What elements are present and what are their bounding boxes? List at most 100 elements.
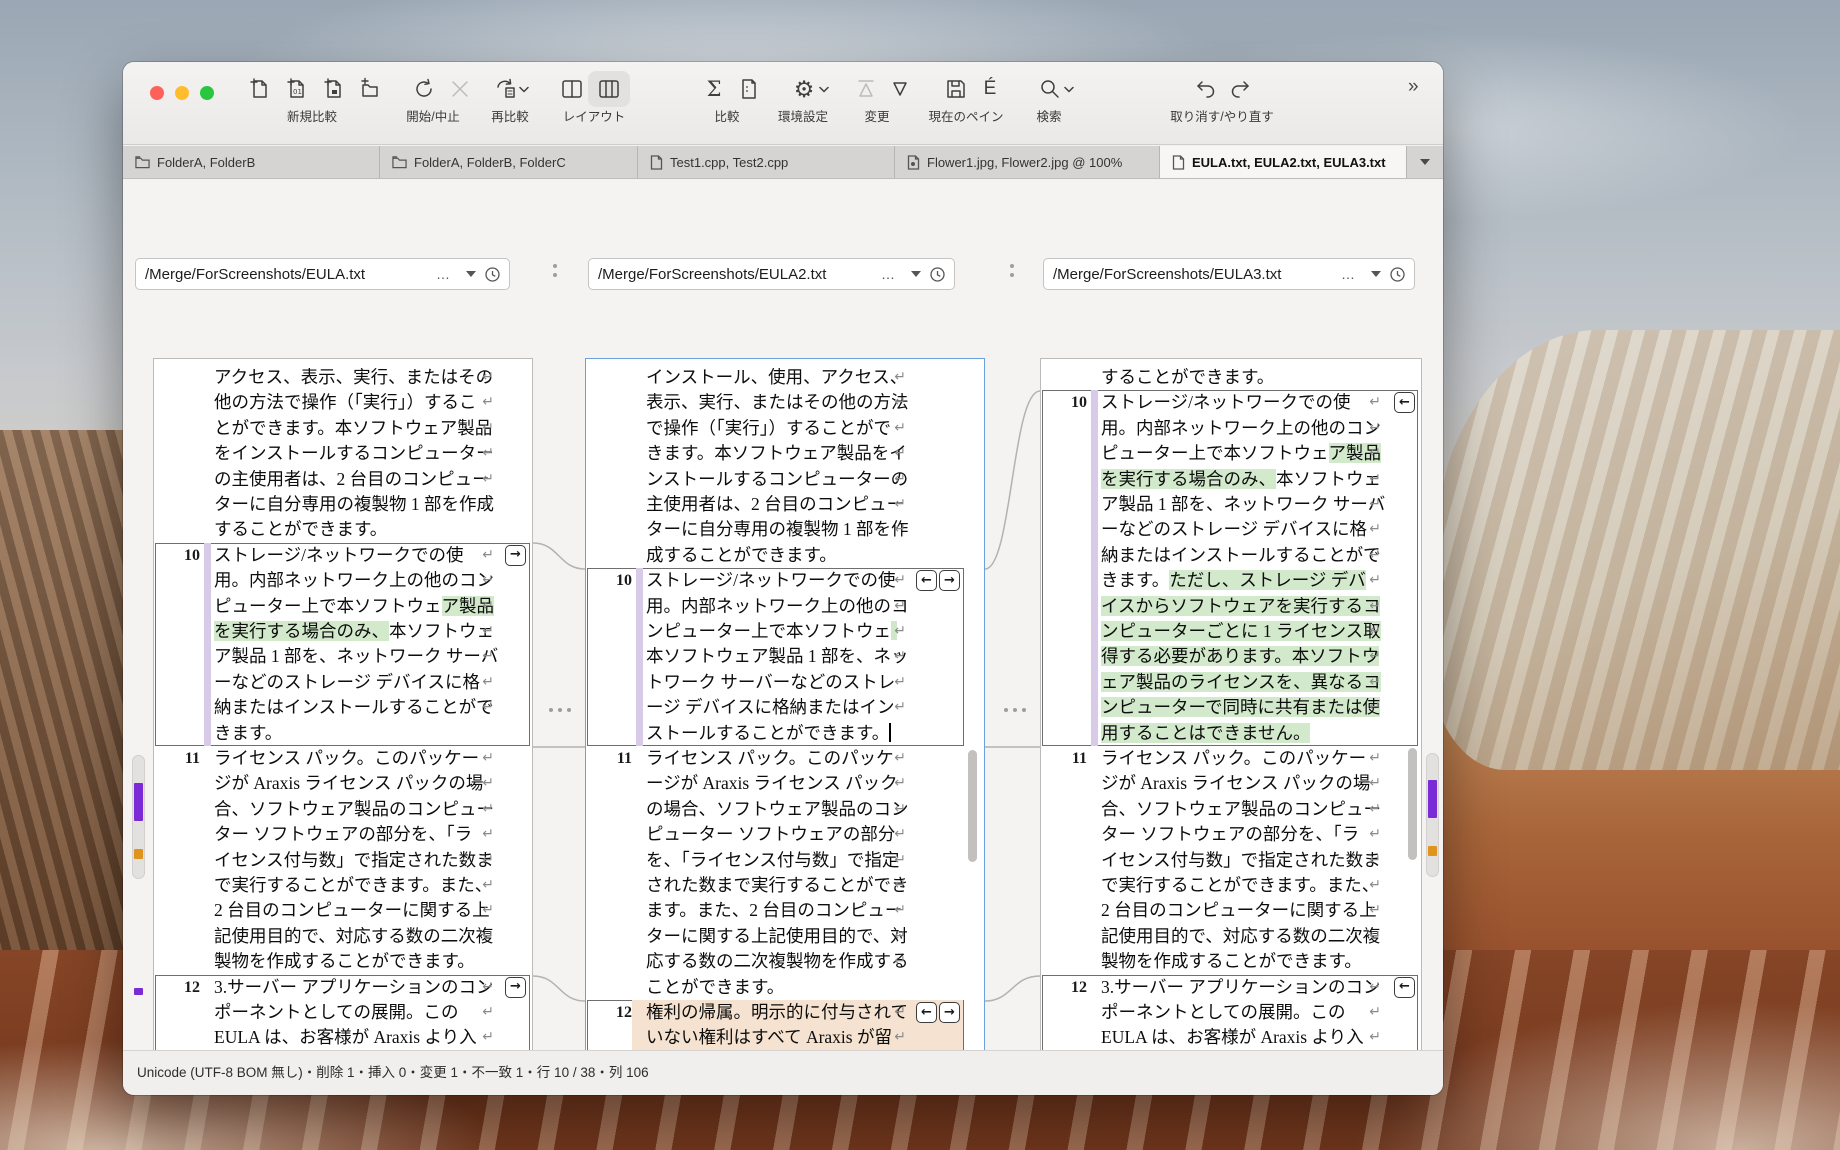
line-text[interactable]: ア製品 1 部を、ネットワーク サーバ [214, 644, 498, 669]
line-text[interactable]: をインストールするコンピューター [214, 441, 494, 466]
tab-eula-txt[interactable]: EULA.txt, EULA2.txt, EULA3.txt [1160, 146, 1407, 178]
text-line[interactable]: 10ストレージ/ネットワークでの使↵← [1041, 390, 1421, 415]
text-line[interactable]: 主使用者は、2 台目のコンピュー↵ [586, 492, 984, 517]
line-text[interactable]: ストールすることができます。 [646, 721, 891, 746]
text-line[interactable]: ーなどのストレージ デバイスに格↵ [1041, 517, 1421, 542]
scrollbar-thumb[interactable] [968, 750, 977, 862]
search-icon[interactable] [1036, 75, 1064, 103]
text-line[interactable]: 用。内部ネットワーク上の他のコン↵ [154, 568, 532, 593]
text-line[interactable]: 10ストレージ/ネットワークでの使↵←→ [586, 568, 984, 593]
line-text[interactable]: きます。本ソフトウェア製品をイ [646, 441, 907, 466]
line-text[interactable]: 権利の帰属。明示的に付与されて [646, 1000, 908, 1025]
text-line[interactable]: 用。内部ネットワーク上の他のコ↵ [586, 594, 984, 619]
text-line[interactable]: 用。内部ネットワーク上の他のコン↵ [1041, 416, 1421, 441]
text-line[interactable]: することができます。 [1041, 365, 1421, 390]
text-line[interactable]: 他の方法で操作（「実行」）するこ↵ [154, 390, 532, 415]
scrollbar-thumb[interactable] [1408, 748, 1417, 860]
line-text[interactable]: を実行する場合のみ、本ソフトウェ [214, 619, 494, 644]
line-text[interactable]: 表示、実行、またはその他の方法 [646, 390, 909, 415]
tab-foldera-folderb[interactable]: FolderA, FolderB [123, 146, 380, 178]
text-line[interactable]: をインストールするコンピューター↵ [154, 441, 532, 466]
text-line[interactable]: トワーク サーバーなどのストレ↵ [586, 670, 984, 695]
line-text[interactable]: の主使用者は、2 台目のコンピュー [214, 467, 490, 492]
line-text[interactable]: 2 台目のコンピューターに関する上 [1101, 898, 1377, 923]
text-pane-middle[interactable]: インストール、使用、アクセス、↵表示、実行、またはその他の方法↵で操作（「実行」… [585, 358, 985, 1095]
change-indicator-strip-right[interactable] [1426, 753, 1439, 877]
text-line[interactable]: ターに自分専用の複製物 1 部を作成↵ [154, 492, 532, 517]
line-text[interactable]: 合、ソフトウェア製品のコンピュー [214, 797, 494, 822]
line-text[interactable]: トワーク サーバーなどのストレ [646, 670, 895, 695]
splitter-dots[interactable] [1010, 264, 1014, 277]
line-text[interactable]: 得する必要があります。本ソフトウ [1101, 644, 1379, 669]
chevron-down-icon[interactable] [517, 75, 531, 103]
save-icon[interactable] [942, 75, 970, 103]
text-line[interactable]: きます。ただし、ストレージ デバ↵ [1041, 568, 1421, 593]
text-line[interactable]: で実行することができます。また、↵ [154, 873, 532, 898]
merge-left-button[interactable]: ← [1394, 977, 1415, 998]
line-text[interactable]: 記使用目的で、対応する数の二次複 [1101, 924, 1380, 949]
text-line[interactable]: の主使用者は、2 台目のコンピュー↵ [154, 467, 532, 492]
line-text[interactable]: EULA は、お客様が Araxis より入 [1101, 1025, 1364, 1050]
history-icon[interactable] [484, 266, 501, 283]
line-text[interactable]: ージが Araxis ライセンス パック [646, 771, 898, 796]
text-line[interactable]: ポーネントとしての展開。この↵ [1041, 1000, 1421, 1025]
redo-icon[interactable] [1226, 75, 1254, 103]
line-text[interactable]: いない権利はすべて Araxis が留 [646, 1025, 892, 1050]
text-line[interactable]: インストール、使用、アクセス、↵ [586, 365, 984, 390]
text-line[interactable]: ピューター ソフトウェアの部分↵ [586, 822, 984, 847]
tab-test-cpp[interactable]: Test1.cpp, Test2.cpp [638, 146, 895, 178]
text-line[interactable]: きます。本ソフトウェア製品をイ↵ [586, 441, 984, 466]
text-line[interactable]: 製物を作成することができます。 [154, 949, 532, 974]
text-line[interactable]: 12権利の帰属。明示的に付与されて↵←→ [586, 1000, 984, 1025]
line-text[interactable]: を実行する場合のみ、本ソフトウェ [1101, 467, 1381, 492]
path-dropdown-icon[interactable] [911, 271, 921, 277]
gear-icon[interactable]: ⚙ [790, 75, 818, 103]
tab-flower-jpg[interactable]: Flower1.jpg, Flower2.jpg @ 100% [895, 146, 1160, 178]
start-icon[interactable] [410, 75, 438, 103]
text-line[interactable]: ンピューターで同時に共有または使↵ [1041, 695, 1421, 720]
text-line[interactable]: 用することはできません。 [1041, 721, 1421, 746]
line-text[interactable]: ンピューターで同時に共有または使 [1101, 695, 1380, 720]
merge-right-button[interactable]: → [939, 570, 960, 591]
text-line[interactable]: 記使用目的で、対応する数の二次複↵ [154, 924, 532, 949]
merge-right-button[interactable]: → [505, 545, 526, 566]
line-text[interactable]: きます。ただし、ストレージ デバ [1101, 568, 1366, 593]
text-line[interactable]: 得する必要があります。本ソフトウ↵ [1041, 644, 1421, 669]
text-line[interactable]: ストールすることができます。 [586, 721, 984, 746]
line-text[interactable]: ストレージ/ネットワークでの使 [646, 568, 896, 593]
text-line[interactable]: を、「ライセンス付与数」で指定↵ [586, 848, 984, 873]
splitter-dots[interactable] [553, 264, 557, 277]
line-text[interactable]: 納またはインストールすることがで [1101, 543, 1381, 568]
text-line[interactable]: 合、ソフトウェア製品のコンピュー↵ [1041, 797, 1421, 822]
tab-list-dropdown[interactable] [1407, 146, 1443, 178]
line-text[interactable]: とができます。本ソフトウェア製品 [214, 416, 492, 441]
line-text[interactable]: ンストールするコンピューターの [646, 467, 908, 492]
text-line[interactable]: ージが Araxis ライセンス パック↵ [586, 771, 984, 796]
line-text[interactable]: 他の方法で操作（「実行」）するこ [214, 390, 477, 415]
change-marker-purple[interactable] [134, 783, 143, 821]
line-text[interactable]: 合、ソフトウェア製品のコンピュー [1101, 797, 1381, 822]
line-text[interactable]: ア製品 1 部を、ネットワーク サーバ [1101, 492, 1385, 517]
text-line[interactable]: 合、ソフトウェア製品のコンピュー↵ [154, 797, 532, 822]
line-text[interactable]: 成することができます。 [646, 543, 837, 568]
text-line[interactable]: ア製品 1 部を、ネットワーク サーバ↵ [154, 644, 532, 669]
text-line[interactable]: を実行する場合のみ、本ソフトウェ↵ [154, 619, 532, 644]
text-line[interactable]: イセンス付与数」で指定された数ま↵ [154, 848, 532, 873]
text-line[interactable]: を実行する場合のみ、本ソフトウェ↵ [1041, 467, 1421, 492]
line-text[interactable]: で操作（「実行」）することがで [646, 416, 891, 441]
text-line[interactable]: イスからソフトウェアを実行するコ↵ [1041, 594, 1421, 619]
merge-left-button[interactable]: ← [916, 570, 937, 591]
merge-right-button[interactable]: → [505, 977, 526, 998]
text-line[interactable]: ジが Araxis ライセンス パックの場↵ [1041, 771, 1421, 796]
file-path-bar-middle[interactable]: /Merge/ForScreenshots/EULA2.txt … [588, 258, 955, 290]
line-text[interactable]: ターに関する上記使用目的で、対 [646, 924, 908, 949]
text-line[interactable]: ージ デバイスに格納またはイン↵ [586, 695, 984, 720]
text-line[interactable]: EULA は、お客様が Araxis より入↵ [154, 1025, 532, 1050]
text-line[interactable]: ーなどのストレージ デバイスに格↵ [154, 670, 532, 695]
text-pane-right[interactable]: することができます。10ストレージ/ネットワークでの使↵←用。内部ネットワーク上… [1040, 358, 1422, 1095]
text-line[interactable]: ことができます。 [586, 975, 984, 1000]
line-text[interactable]: ェア製品のライセンスを、異なるコ [1101, 670, 1381, 695]
line-text[interactable]: 納またはインストールすることがで [214, 695, 494, 720]
text-line[interactable]: 応する数の二次複製物を作成する↵ [586, 949, 984, 974]
line-text[interactable]: イセンス付与数」で指定された数ま [1101, 848, 1381, 873]
